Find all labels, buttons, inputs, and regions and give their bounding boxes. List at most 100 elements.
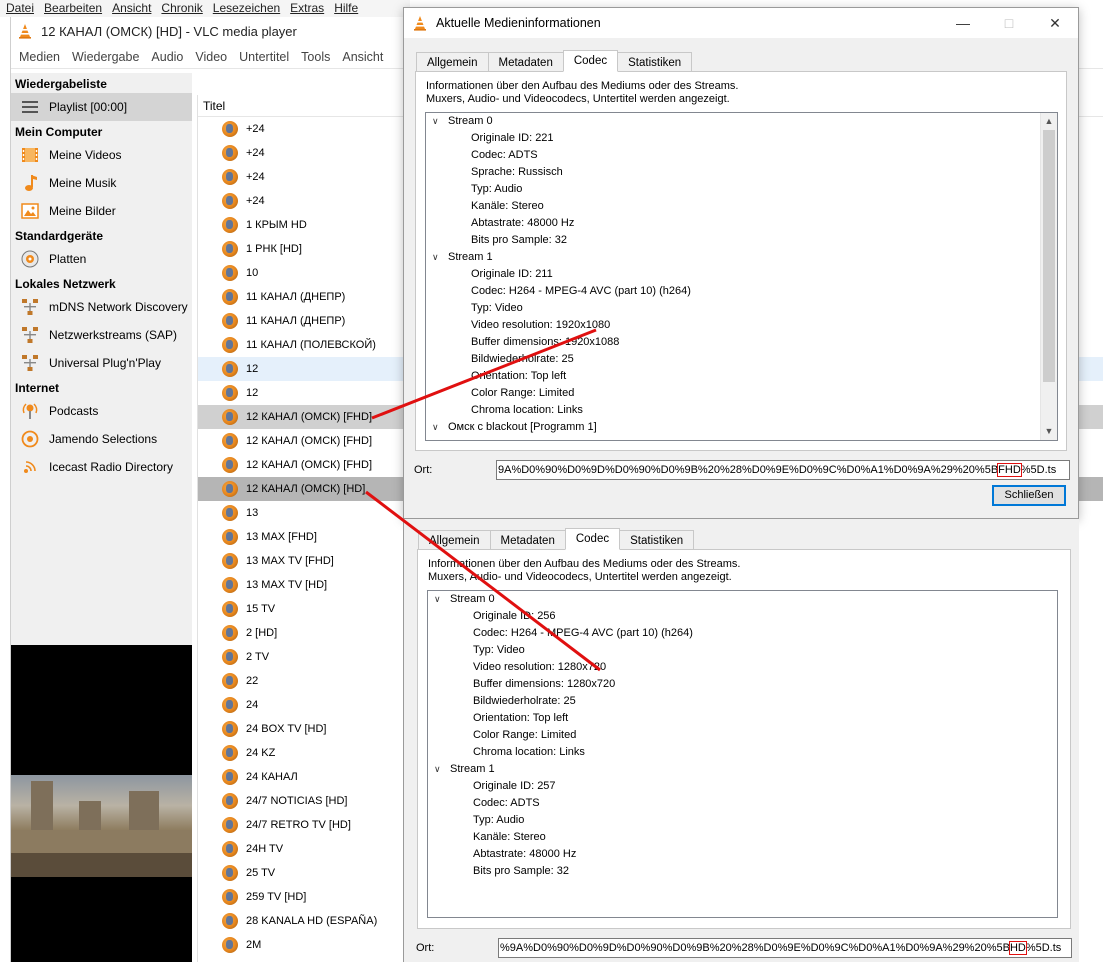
globe-icon — [222, 745, 238, 761]
globe-icon — [222, 889, 238, 905]
location-field[interactable]: %9A%D0%90%D0%9D%D0%90%D0%9B%20%28%D0%9E%… — [498, 938, 1072, 958]
playlist-item-title: 22 — [246, 675, 259, 687]
tab-statistiken[interactable]: Statistiken — [617, 52, 693, 72]
location-row: Ort: %9A%D0%90%D0%9D%D0%90%D0%9B%20%28%D… — [416, 937, 1072, 959]
tree-leaf: Codec: H264 - MPEG-4 AVC (part 10) (h264… — [471, 285, 691, 297]
globe-icon — [222, 529, 238, 545]
scroll-down-icon[interactable]: ▼ — [1041, 423, 1057, 440]
playlist-item-title: 24/7 NOTICIAS [HD] — [246, 795, 348, 807]
location-label: Ort: — [414, 464, 433, 476]
sidebar-item-pictures[interactable]: Meine Bilder — [11, 197, 192, 225]
close-button[interactable]: Schließen — [992, 485, 1066, 506]
maximize-icon[interactable]: □ — [986, 8, 1032, 38]
tree-leaf: Typ: Audio — [471, 183, 523, 195]
tab-metadaten[interactable]: Metadaten — [489, 530, 566, 550]
menu-ansicht[interactable]: Ansicht — [112, 0, 151, 17]
chevron-down-icon[interactable]: ∨ — [434, 761, 450, 778]
vlc-menu-medien[interactable]: Medien — [19, 50, 60, 64]
tab-metadaten[interactable]: Metadaten — [487, 52, 564, 72]
playlist-item-title: 13 MAX TV [FHD] — [246, 555, 334, 567]
scrollbar-thumb[interactable] — [1043, 130, 1055, 382]
sidebar-item-music[interactable]: Meine Musik — [11, 169, 192, 197]
minimize-icon[interactable]: — — [940, 8, 986, 38]
globe-icon — [222, 457, 238, 473]
vlc-menu-ansicht[interactable]: Ansicht — [342, 50, 383, 64]
globe-icon — [222, 841, 238, 857]
globe-icon — [222, 697, 238, 713]
chevron-down-icon[interactable]: ∨ — [434, 591, 450, 608]
chevron-down-icon[interactable]: ∨ — [432, 249, 448, 266]
globe-icon — [222, 913, 238, 929]
vlc-menu-tools[interactable]: Tools — [301, 50, 330, 64]
close-icon[interactable]: ✕ — [1032, 8, 1078, 38]
menu-chronik[interactable]: Chronik — [161, 0, 202, 17]
sidebar-item-upnp[interactable]: Universal Plug'n'Play — [11, 349, 192, 377]
radio-waves-icon — [21, 458, 39, 476]
sidebar-header-devices: Standardgeräte — [15, 229, 104, 243]
sidebar-item-podcasts[interactable]: Podcasts — [11, 397, 192, 425]
network-icon — [21, 298, 39, 316]
music-note-icon — [21, 174, 39, 192]
tree-node[interactable]: ∨ Stream 0 — [426, 113, 1057, 130]
playlist-item-title: 12 — [246, 363, 259, 375]
chevron-down-icon[interactable]: ∨ — [432, 419, 448, 436]
sidebar-header-computer: Mein Computer — [15, 125, 103, 139]
sidebar-item-videos[interactable]: Meine Videos — [11, 141, 192, 169]
sidebar-item-discs[interactable]: Platten — [11, 245, 192, 273]
playlist-item-title: 11 КАНАЛ (ДНЕПР) — [246, 291, 346, 303]
tree-leaf: Video resolution: 1280x720 — [473, 661, 607, 673]
menu-datei[interactable]: Datei — [6, 0, 34, 17]
menu-lesezeichen[interactable]: Lesezeichen — [213, 0, 280, 17]
sidebar-item-sap[interactable]: Netzwerkstreams (SAP) — [11, 321, 192, 349]
tree-leaf: Abtastrate: 48000 Hz — [471, 217, 575, 229]
tree-leaf: Buffer dimensions: 1280x720 — [473, 678, 616, 690]
sidebar-item-icecast[interactable]: Icecast Radio Directory — [11, 453, 192, 481]
playlist-item-title: +24 — [246, 195, 265, 207]
vlc-menu-wiedergabe[interactable]: Wiedergabe — [72, 50, 139, 64]
tab-allgemein[interactable]: Allgemein — [418, 530, 491, 550]
sidebar-item-mdns[interactable]: mDNS Network Discovery — [11, 293, 192, 321]
tab-codec[interactable]: Codec — [562, 50, 619, 72]
playlist-item-title: 2 [HD] — [246, 627, 278, 639]
codec-tree[interactable]: ∨ Stream 0 Originale ID: 256 Codec: H264 - … — [427, 590, 1058, 918]
menu-bearbeiten[interactable]: Bearbeiten — [44, 0, 102, 17]
playlist-item-title: 2 TV — [246, 651, 270, 663]
globe-icon — [222, 481, 238, 497]
playlist-item-title: 24 BOX TV [HD] — [246, 723, 327, 735]
tab-statistiken[interactable]: Statistiken — [619, 530, 695, 550]
tree-leaf: Color Range: Limited — [471, 387, 575, 399]
menu-hilfe[interactable]: Hilfe — [334, 0, 358, 17]
location-field[interactable]: 9A%D0%90%D0%9D%D0%90%D0%9B%20%28%D0%9E%D… — [496, 460, 1070, 480]
tree-node[interactable]: ∨ Stream 1 — [426, 249, 1057, 266]
codec-panel: Informationen über den Aufbau des Medium… — [415, 71, 1067, 451]
globe-icon — [222, 265, 238, 281]
sidebar-item-playlist[interactable]: Playlist [00:00] — [11, 93, 192, 121]
playlist-item-title: 24H TV — [246, 843, 284, 855]
sidebar-item-label: Meine Musik — [49, 176, 117, 190]
tab-allgemein[interactable]: Allgemein — [416, 52, 489, 72]
sidebar-item-jamendo[interactable]: Jamendo Selections — [11, 425, 192, 453]
scroll-up-icon[interactable]: ▲ — [1041, 113, 1057, 130]
vlc-menu-untertitel[interactable]: Untertitel — [239, 50, 289, 64]
tab-codec[interactable]: Codec — [564, 528, 621, 550]
description-line: Muxers, Audio- und Videocodecs, Untertit… — [426, 93, 730, 105]
chevron-down-icon[interactable]: ∨ — [432, 113, 448, 130]
jamendo-icon — [21, 430, 39, 448]
tree-leaf: Bits pro Sample: 32 — [473, 865, 569, 877]
menu-extras[interactable]: Extras — [290, 0, 324, 17]
vlc-menu-video[interactable]: Video — [195, 50, 227, 64]
tree-scrollbar[interactable]: ▲ ▼ — [1040, 113, 1057, 440]
os-menubar: Datei Bearbeiten Ansicht Chronik Lesezei… — [0, 0, 410, 17]
playlist-item-title: 24/7 RETRO TV [HD] — [246, 819, 351, 831]
tree-leaf: Originale ID: 211 — [471, 268, 553, 280]
globe-icon — [222, 169, 238, 185]
vlc-menu-audio[interactable]: Audio — [151, 50, 183, 64]
tree-node[interactable]: ∨ Stream 0 — [428, 591, 1057, 608]
tree-leaf: Typ: Video — [471, 302, 523, 314]
globe-icon — [222, 433, 238, 449]
codec-tree[interactable]: ∨ Stream 0 Originale ID: 221 Codec: ADTS Spr… — [425, 112, 1058, 441]
globe-icon — [222, 625, 238, 641]
globe-icon — [222, 241, 238, 257]
tree-node[interactable]: ∨ Омск с blackout [Programm 1] — [426, 419, 1057, 436]
tree-node[interactable]: ∨ Stream 1 — [428, 761, 1057, 778]
